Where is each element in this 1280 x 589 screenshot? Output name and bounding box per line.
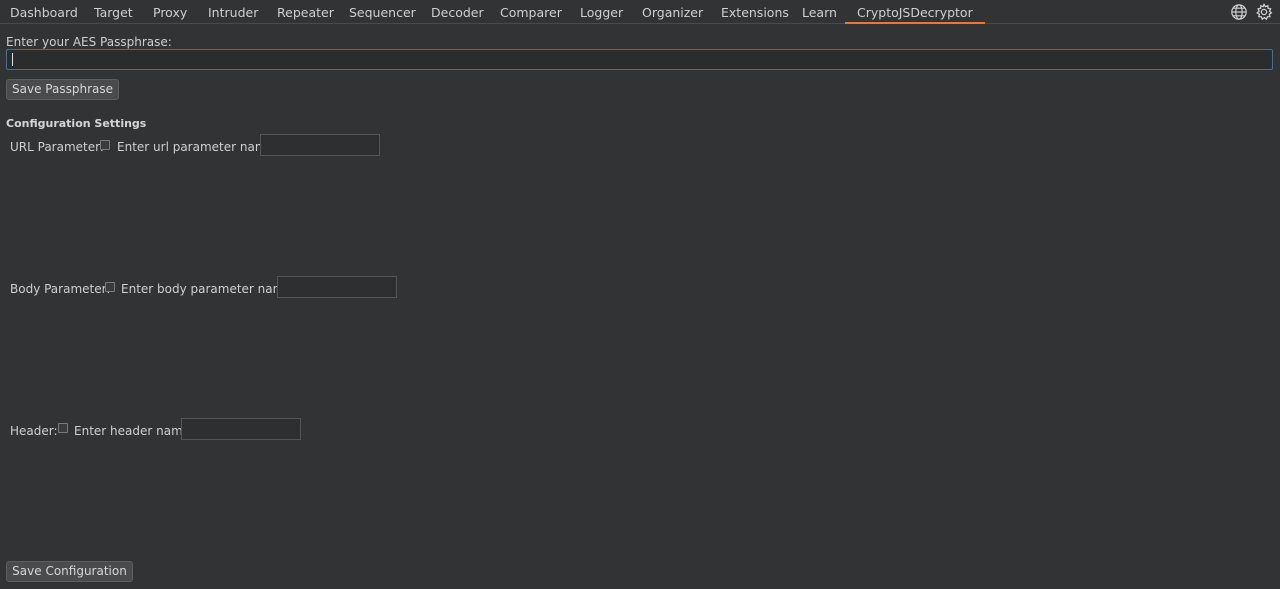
url-parameter-name-label: Enter url parameter name:	[117, 140, 278, 154]
body-parameter-checkbox[interactable]	[105, 282, 115, 292]
body-parameter-name-label: Enter body parameter name:	[121, 282, 296, 296]
body-parameter-label: Body Parameter:	[10, 282, 111, 296]
save-configuration-button[interactable]: Save Configuration	[6, 561, 133, 582]
url-parameter-checkbox[interactable]	[100, 140, 110, 150]
tab-dashboard[interactable]: Dashboard	[10, 0, 78, 24]
tab-cryptojsdecryptor[interactable]: CryptoJSDecryptor	[845, 0, 985, 24]
tab-target[interactable]: Target	[94, 0, 133, 24]
header-label: Header:	[10, 424, 58, 438]
url-parameter-name-input[interactable]	[260, 134, 380, 156]
passphrase-input[interactable]	[6, 49, 1273, 70]
tab-learn[interactable]: Learn	[802, 0, 837, 24]
main-tab-bar: Dashboard Target Proxy Intruder Repeater…	[0, 0, 1280, 24]
tab-organizer[interactable]: Organizer	[642, 0, 703, 24]
body-parameter-name-input[interactable]	[277, 276, 397, 298]
tab-logger[interactable]: Logger	[580, 0, 623, 24]
header-name-input[interactable]	[181, 418, 301, 440]
tab-comparer[interactable]: Comparer	[500, 0, 562, 24]
passphrase-label: Enter your AES Passphrase:	[6, 35, 172, 49]
tab-sequencer[interactable]: Sequencer	[349, 0, 416, 24]
header-name-label: Enter header name:	[74, 424, 195, 438]
tab-extensions[interactable]: Extensions	[721, 0, 789, 24]
save-passphrase-button[interactable]: Save Passphrase	[6, 79, 119, 100]
burp-window: Dashboard Target Proxy Intruder Repeater…	[0, 0, 1280, 589]
globe-icon[interactable]	[1230, 3, 1248, 21]
tab-repeater[interactable]: Repeater	[277, 0, 334, 24]
tab-proxy[interactable]: Proxy	[153, 0, 187, 24]
tab-decoder[interactable]: Decoder	[431, 0, 484, 24]
settings-icon[interactable]	[1255, 3, 1273, 21]
url-parameter-label: URL Parameter:	[10, 140, 104, 154]
text-caret	[12, 53, 13, 66]
configuration-settings-title: Configuration Settings	[6, 117, 147, 130]
tab-intruder[interactable]: Intruder	[208, 0, 258, 24]
header-checkbox[interactable]	[58, 423, 68, 433]
